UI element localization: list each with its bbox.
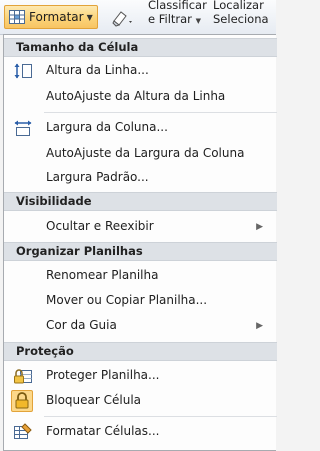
menu-item-format-cells[interactable]: Formatar Células... xyxy=(4,420,277,444)
menu-item-lock-cell[interactable]: Bloquear Célula xyxy=(4,389,277,413)
format-button[interactable]: Formatar ▼ xyxy=(4,5,98,29)
menu-label-tab-color: Cor da Guia xyxy=(46,318,117,332)
menu-label-rename-sheet: Renomear Planilha xyxy=(46,268,159,282)
menu-item-protect-sheet[interactable]: Proteger Planilha... xyxy=(4,364,277,388)
section-header-cell-size: Tamanho da Célula xyxy=(4,38,277,57)
section-header-visibility: Visibilidade xyxy=(4,192,277,211)
section-header-organize-sheets: Organizar Planilhas xyxy=(4,242,277,261)
sort-filter-label-1: Classificar xyxy=(148,0,207,12)
chevron-down-icon: ▼ xyxy=(195,17,201,25)
find-select-label-2: Seleciona xyxy=(213,12,269,26)
chevron-down-icon: ▼ xyxy=(86,12,93,22)
menu-label-autofit-row: AutoAjuste da Altura da Linha xyxy=(46,89,226,103)
format-cells-icon xyxy=(13,423,33,441)
submenu-arrow-icon: ▶ xyxy=(256,321,263,331)
section-header-protection: Proteção xyxy=(4,342,277,361)
sort-filter-button[interactable]: Classificar e Filtrar ▼ xyxy=(148,0,210,28)
menu-item-rename-sheet[interactable]: Renomear Planilha xyxy=(4,264,277,288)
separator xyxy=(44,416,277,417)
menu-label-autofit-column: AutoAjuste da Largura da Coluna xyxy=(46,146,245,160)
menu-item-move-copy-sheet[interactable]: Mover ou Copiar Planilha... xyxy=(4,289,277,313)
menu-label-protect-sheet: Proteger Planilha... xyxy=(46,368,160,382)
clear-eraser-icon[interactable] xyxy=(111,9,135,27)
menu-item-autofit-column[interactable]: AutoAjuste da Largura da Coluna xyxy=(4,142,277,166)
find-select-label-1: Localizar xyxy=(213,0,264,12)
format-button-label: Formatar xyxy=(29,10,84,24)
menu-item-hide-unhide[interactable]: Ocultar e Reexibir ▶ xyxy=(4,215,277,239)
menu-label-hide-unhide: Ocultar e Reexibir xyxy=(46,219,154,233)
menu-item-autofit-row[interactable]: AutoAjuste da Altura da Linha xyxy=(4,85,277,109)
menu-label-move-copy-sheet: Mover ou Copiar Planilha... xyxy=(46,293,208,307)
column-width-icon xyxy=(13,119,33,137)
find-select-button[interactable]: Localizar Seleciona xyxy=(213,0,283,26)
protect-sheet-icon xyxy=(13,367,33,385)
separator xyxy=(44,112,277,113)
menu-label-row-height: Altura da Linha... xyxy=(46,63,149,77)
menu-item-column-width[interactable]: Largura da Coluna... xyxy=(4,116,277,140)
ribbon-strip: Formatar ▼ Classificar e Filtrar ▼ Local… xyxy=(0,0,276,35)
sort-filter-label-2: e Filtrar xyxy=(148,12,192,26)
format-dropdown-menu: Tamanho da Célula Altura da Linha... Aut… xyxy=(3,34,277,451)
format-icon xyxy=(9,10,25,24)
menu-label-format-cells: Formatar Células... xyxy=(46,424,160,438)
menu-label-default-width: Largura Padrão... xyxy=(46,170,149,184)
lock-icon xyxy=(11,390,33,412)
menu-label-column-width: Largura da Coluna... xyxy=(46,120,168,134)
submenu-arrow-icon: ▶ xyxy=(256,222,263,232)
menu-label-lock-cell: Bloquear Célula xyxy=(46,393,142,407)
menu-item-default-width[interactable]: Largura Padrão... xyxy=(4,166,277,190)
row-height-icon xyxy=(13,62,33,80)
menu-item-row-height[interactable]: Altura da Linha... xyxy=(4,59,277,83)
menu-item-tab-color[interactable]: Cor da Guia ▶ xyxy=(4,314,277,338)
